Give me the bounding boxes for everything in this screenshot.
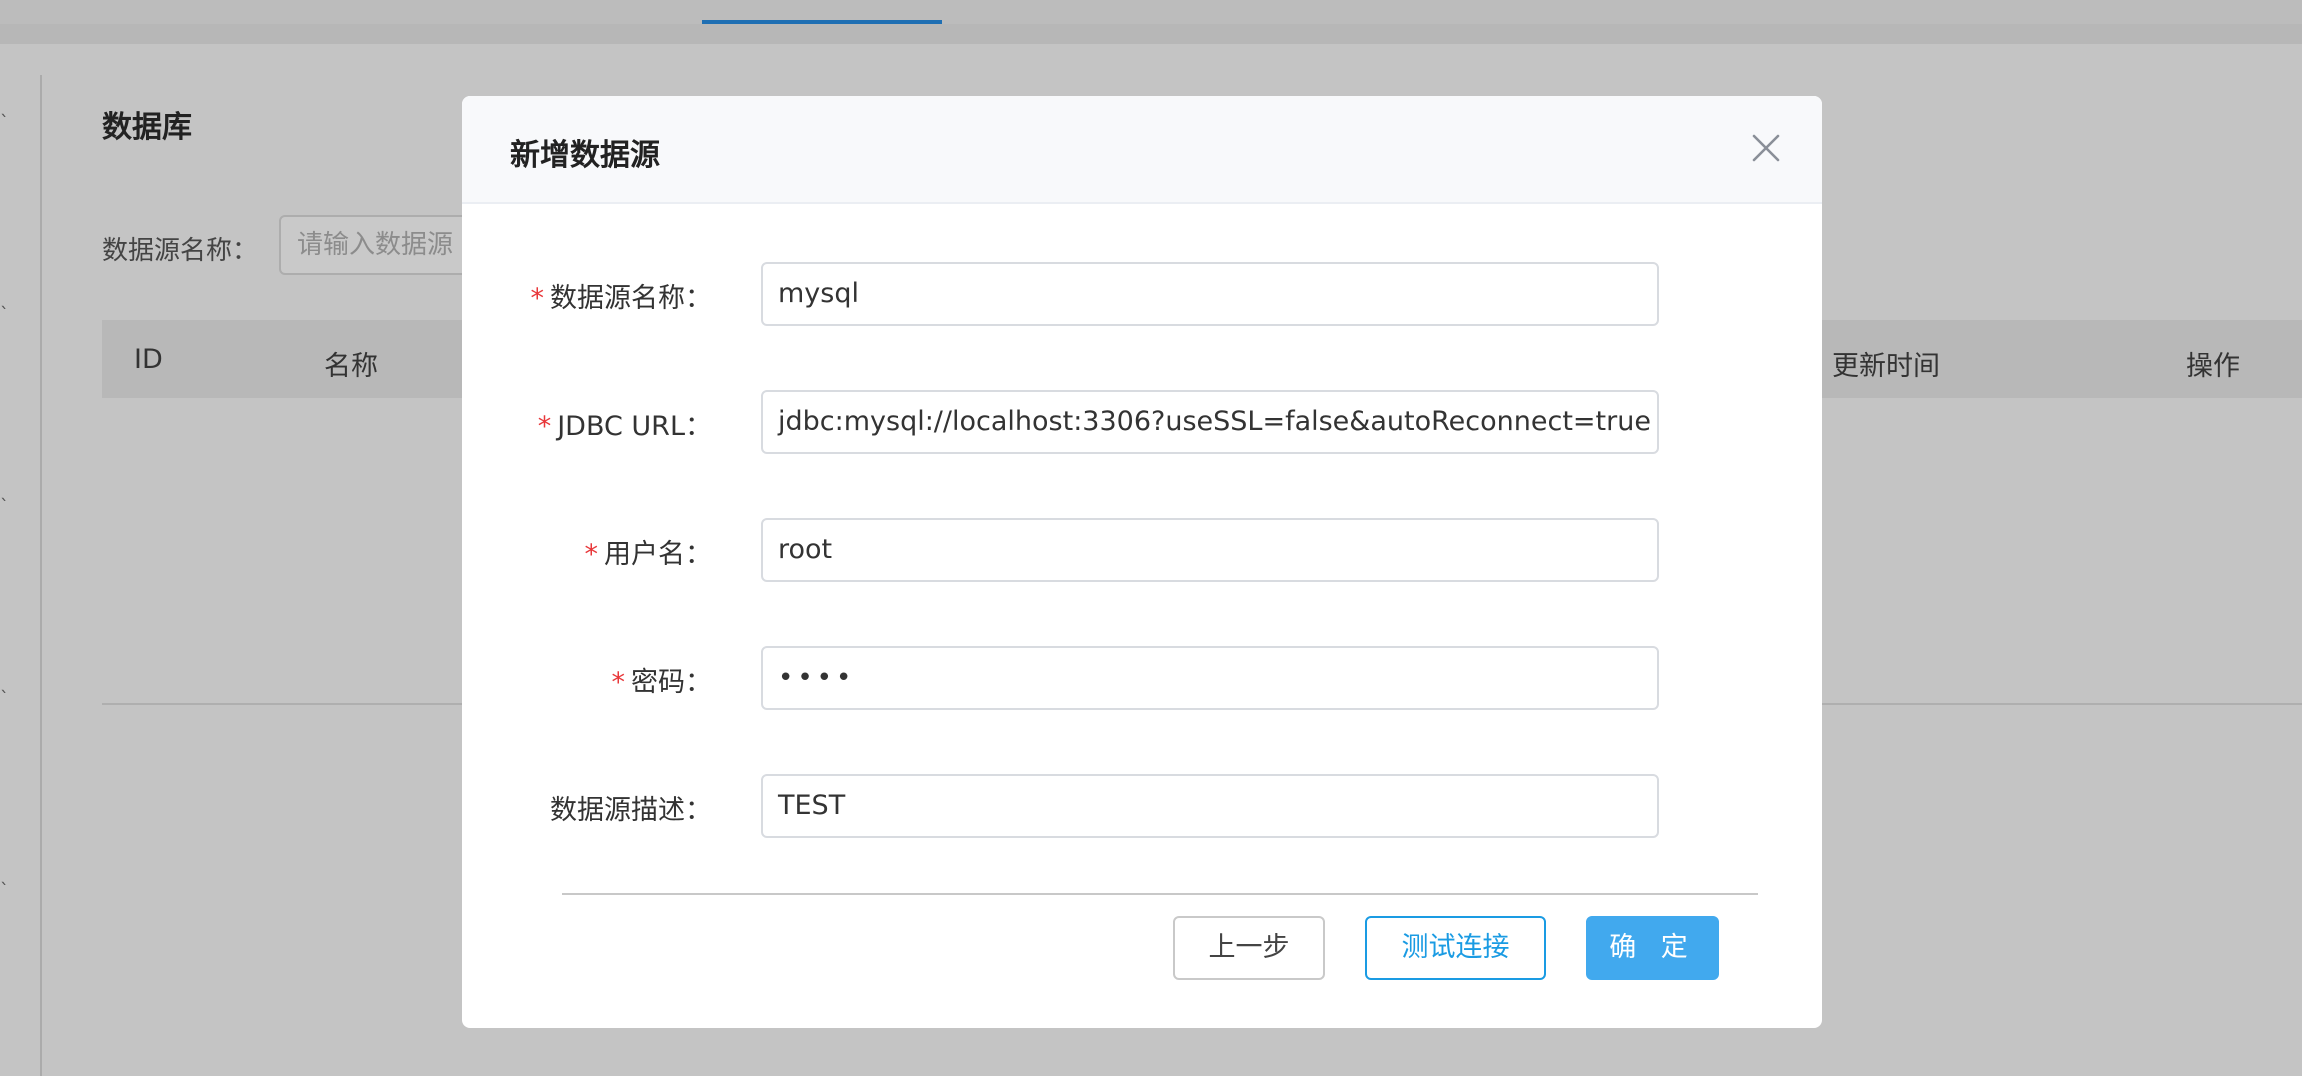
sidebar-divider xyxy=(40,75,42,1076)
sidebar-chevron-icon: ˋ xyxy=(0,688,9,709)
datasource-name-label: * 数据源名称： xyxy=(530,283,713,314)
password-input[interactable]: •••• xyxy=(761,646,1659,710)
sidebar-chevron-icon: ˋ xyxy=(0,496,9,517)
top-nav-bar xyxy=(0,0,2302,24)
column-header-updated-time: 更新时间 xyxy=(1832,351,1940,382)
required-mark: * xyxy=(530,283,545,314)
form-row-jdbc-url: * JDBC URL： jdbc:mysql://localhost:3306?u… xyxy=(462,390,1822,454)
confirm-button[interactable]: 确 定 xyxy=(1586,916,1719,980)
footer-divider xyxy=(562,893,1758,895)
jdbc-url-label: * JDBC URL： xyxy=(537,411,712,442)
column-header-name: 名称 xyxy=(324,351,378,382)
add-datasource-dialog: 新增数据源 * 数据源名称： mysql * JDBC URL： jdbc:mysq… xyxy=(462,96,1822,1028)
description-label: 数据源描述： xyxy=(550,795,712,826)
dialog-header: 新增数据源 xyxy=(462,96,1822,204)
username-input[interactable]: root xyxy=(761,518,1659,582)
previous-step-button[interactable]: 上一步 xyxy=(1173,916,1325,980)
required-mark: * xyxy=(537,411,552,442)
sidebar-chevron-icon: ˋ xyxy=(0,112,9,133)
required-mark: * xyxy=(611,667,626,698)
column-header-actions: 操作 xyxy=(2186,351,2240,382)
username-label: * 用户名： xyxy=(584,539,713,570)
form-row-username: * 用户名： root xyxy=(462,518,1822,582)
search-label: 数据源名称： xyxy=(102,236,259,266)
description-input[interactable]: TEST xyxy=(761,774,1659,838)
password-label: * 密码： xyxy=(611,667,713,698)
form-row-password: * 密码： •••• xyxy=(462,646,1822,710)
form-row-datasource-name: * 数据源名称： mysql xyxy=(462,262,1822,326)
sidebar-chevron-icon: ˋ xyxy=(0,880,9,901)
nav-bar-shadow xyxy=(0,24,2302,44)
dialog-title: 新增数据源 xyxy=(510,138,660,173)
required-mark: * xyxy=(584,539,599,570)
jdbc-url-input[interactable]: jdbc:mysql://localhost:3306?useSSL=false… xyxy=(761,390,1659,454)
datasource-name-input[interactable]: mysql xyxy=(761,262,1659,326)
sidebar-chevron-icon: ˋ xyxy=(0,304,9,325)
column-header-id: ID xyxy=(134,344,163,375)
form-row-description: 数据源描述： TEST xyxy=(462,774,1822,838)
page-title: 数据库 xyxy=(102,110,192,145)
test-connection-button[interactable]: 测试连接 xyxy=(1365,916,1546,980)
close-icon[interactable] xyxy=(1750,132,1782,164)
